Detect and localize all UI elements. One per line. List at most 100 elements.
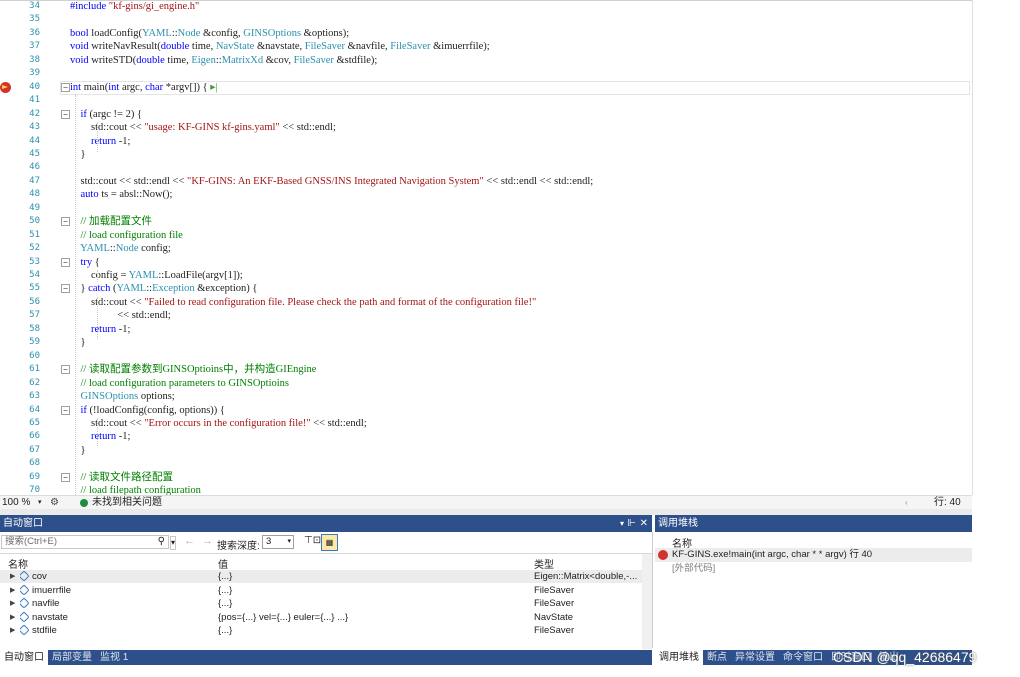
search-dropdown-icon[interactable]: ▾ [170, 536, 177, 550]
collapse-icon[interactable]: − [61, 217, 70, 227]
column-header-type[interactable]: 类型 [534, 556, 554, 571]
autos-row[interactable]: ▶ cov {...} Eigen::Matrix<double,-... [0, 570, 652, 583]
code-line[interactable]: 52 YAML::Node config; [0, 242, 972, 255]
expand-icon[interactable]: ▶ [10, 584, 15, 597]
collapse-icon[interactable]: − [61, 82, 70, 92]
autos-row[interactable]: ▶ stdfile {...} FileSaver [0, 624, 652, 637]
code-line[interactable]: 60 [0, 350, 972, 363]
git-icon[interactable]: ⚙ [50, 496, 59, 510]
autos-window-titlebar[interactable]: 自动窗口 ▾ ⊩ ✕ [0, 515, 652, 532]
call-stack-frame[interactable]: [外部代码] [655, 562, 972, 575]
code-line[interactable]: 64 − if (!loadConfig(config, options)) { [0, 404, 972, 417]
variable-name: imuerrfile [20, 583, 210, 597]
variable-value[interactable]: {...} [218, 570, 528, 583]
tab-locals[interactable]: 局部变量 [48, 650, 96, 665]
line-number: 51 [29, 229, 40, 240]
collapse-icon[interactable]: − [61, 109, 70, 119]
call-stack-titlebar[interactable]: 调用堆栈 [655, 515, 972, 532]
code-line[interactable]: 62 // load configuration parameters to G… [0, 377, 972, 390]
tab-breakpoints[interactable]: 断点 [703, 650, 731, 665]
tab-command-window[interactable]: 命令窗口 [779, 650, 827, 665]
tab-autos[interactable]: 自动窗口 [0, 650, 48, 665]
tab-exception-settings[interactable]: 异常设置 [731, 650, 779, 665]
code-line[interactable]: 48 auto ts = absl::Now(); [0, 188, 972, 201]
variable-value[interactable]: {...} [218, 597, 528, 610]
code-line[interactable]: 69 − // 读取文件路径配置 [0, 471, 972, 484]
view-toggle-icon[interactable]: ▦ [321, 534, 338, 551]
code-line[interactable]: 35 [0, 13, 972, 26]
code-line[interactable]: 34 #include "kf-gins/gi_engine.h" [0, 0, 972, 13]
code-line[interactable]: 67 } [0, 444, 972, 457]
call-stack-frame[interactable]: KF-GINS.exe!main(int argc, char * * argv… [655, 548, 972, 562]
zoom-dropdown-icon[interactable]: ▾ [38, 496, 42, 510]
variable-value[interactable]: {pos={...} vel={...} euler={...} ...} [218, 611, 528, 624]
code-line[interactable]: 40 − int main(int argc, char *argv[]) { ▸| [0, 81, 972, 94]
variable-value[interactable]: {...} [218, 584, 528, 597]
collapse-icon[interactable]: − [61, 257, 70, 267]
issues-status[interactable]: 未找到相关问题 [92, 496, 162, 510]
autos-row[interactable]: ▶ navfile {...} FileSaver [0, 597, 652, 610]
code-editor[interactable]: 34 #include "kf-gins/gi_engine.h" 35 36 bool… [0, 0, 973, 495]
code-line[interactable]: 37 void writeNavResult(double time, NavSt… [0, 40, 972, 53]
code-line[interactable]: 58 return -1; [0, 323, 972, 336]
code-line[interactable]: 57 << std::endl; [0, 309, 972, 322]
expand-icon[interactable]: ▶ [10, 570, 15, 583]
search-icon[interactable]: ⚲ [158, 536, 165, 548]
code-line[interactable]: 46 [0, 161, 972, 174]
column-header-name[interactable]: 名称 [8, 556, 28, 571]
code-line[interactable]: 42 − if (argc != 2) { [0, 108, 972, 121]
code-line[interactable]: 39 [0, 67, 972, 80]
code-line[interactable]: 55 − } catch (YAML::Exception &exception)… [0, 282, 972, 295]
filter-icon[interactable]: ⊤⊡ [304, 535, 321, 546]
scroll-left-icon[interactable]: ‹ [905, 496, 908, 510]
code-line[interactable]: 61 − // 读取配置参数到GINSOptioins中，并构造GIEngine [0, 363, 972, 376]
collapse-icon[interactable]: − [61, 472, 70, 482]
line-number: 58 [29, 323, 40, 334]
code-text: // 读取配置参数到GINSOptioins中，并构造GIEngine [80, 364, 317, 376]
expand-icon[interactable]: ▶ [10, 611, 15, 624]
tab-call-stack[interactable]: 调用堆栈 [655, 650, 703, 665]
code-line[interactable]: 59 } [0, 336, 972, 349]
code-line[interactable]: 65 std::cout << "Error occurs in the con… [0, 417, 972, 430]
column-header-value[interactable]: 值 [218, 556, 228, 571]
code-line[interactable]: 63 GINSOptions options; [0, 390, 972, 403]
pin-icon[interactable]: ⊩ [627, 515, 636, 532]
variable-value[interactable]: {...} [218, 624, 528, 637]
code-line[interactable]: 41 [0, 94, 972, 107]
zoom-level[interactable]: 100 % [2, 496, 30, 510]
vertical-scrollbar[interactable] [642, 554, 652, 649]
code-line[interactable]: 47 std::cout << std::endl << "KF-GINS: A… [0, 175, 972, 188]
autos-row[interactable]: ▶ imuerrfile {...} FileSaver [0, 583, 652, 597]
tab-watch-1[interactable]: 监视 1 [96, 650, 132, 665]
code-text: bool loadConfig(YAML::Node &config, GINS… [70, 27, 350, 39]
autos-row[interactable]: ▶ navstate {pos={...} vel={...} euler={...… [0, 610, 652, 624]
expand-icon[interactable]: ▶ [10, 624, 15, 637]
code-line[interactable]: 70 // load filepath configuration [0, 484, 972, 495]
search-depth-select[interactable]: 3 ▾ [262, 535, 294, 549]
code-line[interactable]: 50 − // 加载配置文件 [0, 215, 972, 228]
code-line[interactable]: 66 return -1; [0, 430, 972, 443]
code-line[interactable]: 68 [0, 457, 972, 470]
search-input[interactable]: 搜索(Ctrl+E) ⚲ [1, 535, 169, 549]
code-line[interactable]: 44 return -1; [0, 135, 972, 148]
code-line[interactable]: 43 std::cout << "usage: KF-GINS kf-gins.… [0, 121, 972, 134]
collapse-icon[interactable]: − [61, 405, 70, 415]
code-line[interactable]: 38 void writeSTD(double time, Eigen::Matr… [0, 54, 972, 67]
dropdown-icon[interactable]: ▾ [620, 515, 624, 532]
collapse-icon[interactable]: − [61, 365, 70, 375]
code-line[interactable]: 36 bool loadConfig(YAML::Node &config, GI… [0, 27, 972, 40]
code-line[interactable]: 56 std::cout << "Failed to read configur… [0, 296, 972, 309]
forward-arrow-icon[interactable]: → [202, 535, 213, 547]
expand-icon[interactable]: ▶ [10, 597, 15, 610]
code-line[interactable]: 51 // load configuration file [0, 229, 972, 242]
code-text: } [70, 337, 86, 349]
code-line[interactable]: 45 } [0, 148, 972, 161]
close-icon[interactable]: ✕ [640, 515, 648, 532]
line-number: 39 [29, 68, 40, 79]
code-text: std::cout << std::endl << "KF-GINS: An E… [70, 175, 594, 187]
code-line[interactable]: 54 config = YAML::LoadFile(argv[1]); [0, 269, 972, 282]
collapse-icon[interactable]: − [61, 284, 70, 294]
code-line[interactable]: 53− try { [0, 256, 972, 269]
back-arrow-icon[interactable]: ← [184, 535, 195, 547]
code-line[interactable]: 49 [0, 202, 972, 215]
